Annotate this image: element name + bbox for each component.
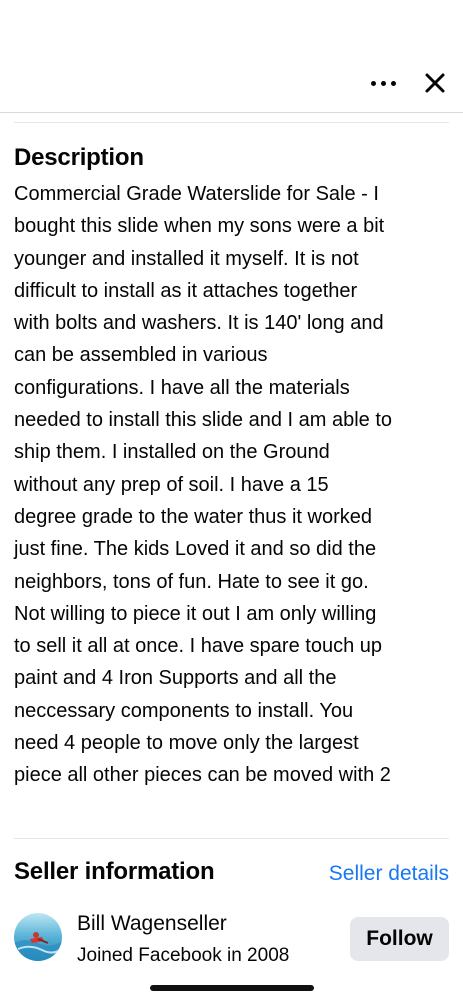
description-text: Commercial Grade Waterslide for Sale - I… [14,178,454,792]
seller-name[interactable]: Bill Wagenseller [77,910,227,938]
description-line: Commercial Grade Waterslide for Sale - I [14,183,379,205]
description-line: paint and 4 Iron Supports and all the [14,667,337,690]
description-line: needed to install this slide and I am ab… [14,409,393,432]
follow-button[interactable]: Follow [350,917,449,961]
more-options-button[interactable] [363,70,403,96]
description-line: bought this slide when my sons were a bi… [14,215,385,238]
description-line: without any prep of soil. I have a 15 [14,473,329,496]
home-indicator[interactable] [150,985,314,991]
description-line: need 4 people to move only the largest [14,732,359,755]
description-line: neighbors, tons of fun. Hate to see it g… [14,570,369,593]
more-horizontal-icon-dot [390,80,396,86]
description-line: difficult to install as it attaches toge… [14,279,358,302]
seller-information-heading: Seller information [14,858,215,885]
description-line: with bolts and washers. It is 140' long … [14,312,384,335]
seller-joined-date: Joined Facebook in 2008 [77,945,290,966]
close-icon[interactable] [418,66,452,100]
more-horizontal-icon-dot [380,80,386,86]
description-line: degree grade to the water thus it worked [14,505,372,528]
description-line: configurations. I have all the materials [14,376,350,399]
avatar[interactable] [14,913,62,961]
description-line: Not willing to piece it out I am only wi… [14,602,377,625]
section-divider [14,122,449,123]
seller-details-link[interactable]: Seller details [329,859,449,889]
section-divider [14,838,449,839]
description-line: ship them. I installed on the Ground [14,441,330,464]
description-line: can be assembled in various [14,344,268,367]
description-line: piece all other pieces can be moved with… [14,764,391,787]
description-line: neccessary components to install. You [14,699,354,722]
description-line: younger and installed it myself. It is n… [14,247,359,270]
description-line: just fine. The kids Loved it and so did … [14,538,377,561]
description-line: to sell it all at once. I have spare tou… [14,635,382,658]
top-bar [0,0,463,113]
more-horizontal-icon [370,80,376,86]
avatar-image [14,913,62,961]
description-heading: Description [14,144,144,171]
